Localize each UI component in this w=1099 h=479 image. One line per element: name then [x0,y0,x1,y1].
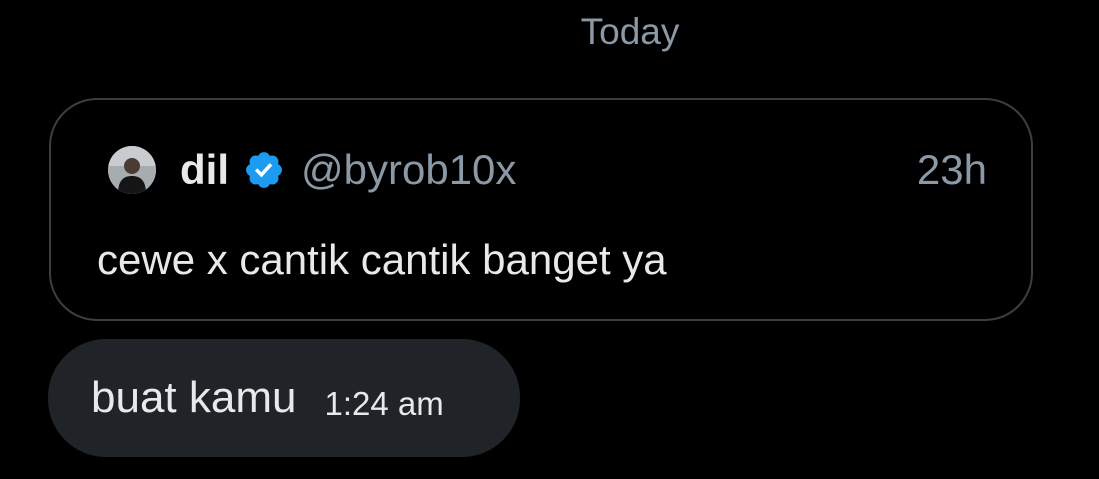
quoted-display-name[interactable]: dil [180,144,229,196]
avatar[interactable] [108,146,156,194]
message-bubble[interactable]: buat kamu 1:24 am [48,339,520,457]
quoted-post-text: cewe x cantik cantik banget ya [97,236,667,283]
quoted-post-time: 23h [916,146,987,193]
dm-conversation: Today dil @byrob10x 23h cewe x cantik ca… [0,0,1099,479]
message-time: 1:24 am [324,385,444,422]
message-text: buat kamu [91,373,297,422]
verified-badge-icon [243,149,285,191]
date-divider: Today [580,11,680,52]
quoted-post-header: dil @byrob10x 23h [108,144,987,196]
quoted-handle[interactable]: @byrob10x [301,144,516,196]
quoted-post-card[interactable]: dil @byrob10x 23h cewe x cantik cantik b… [49,98,1033,321]
